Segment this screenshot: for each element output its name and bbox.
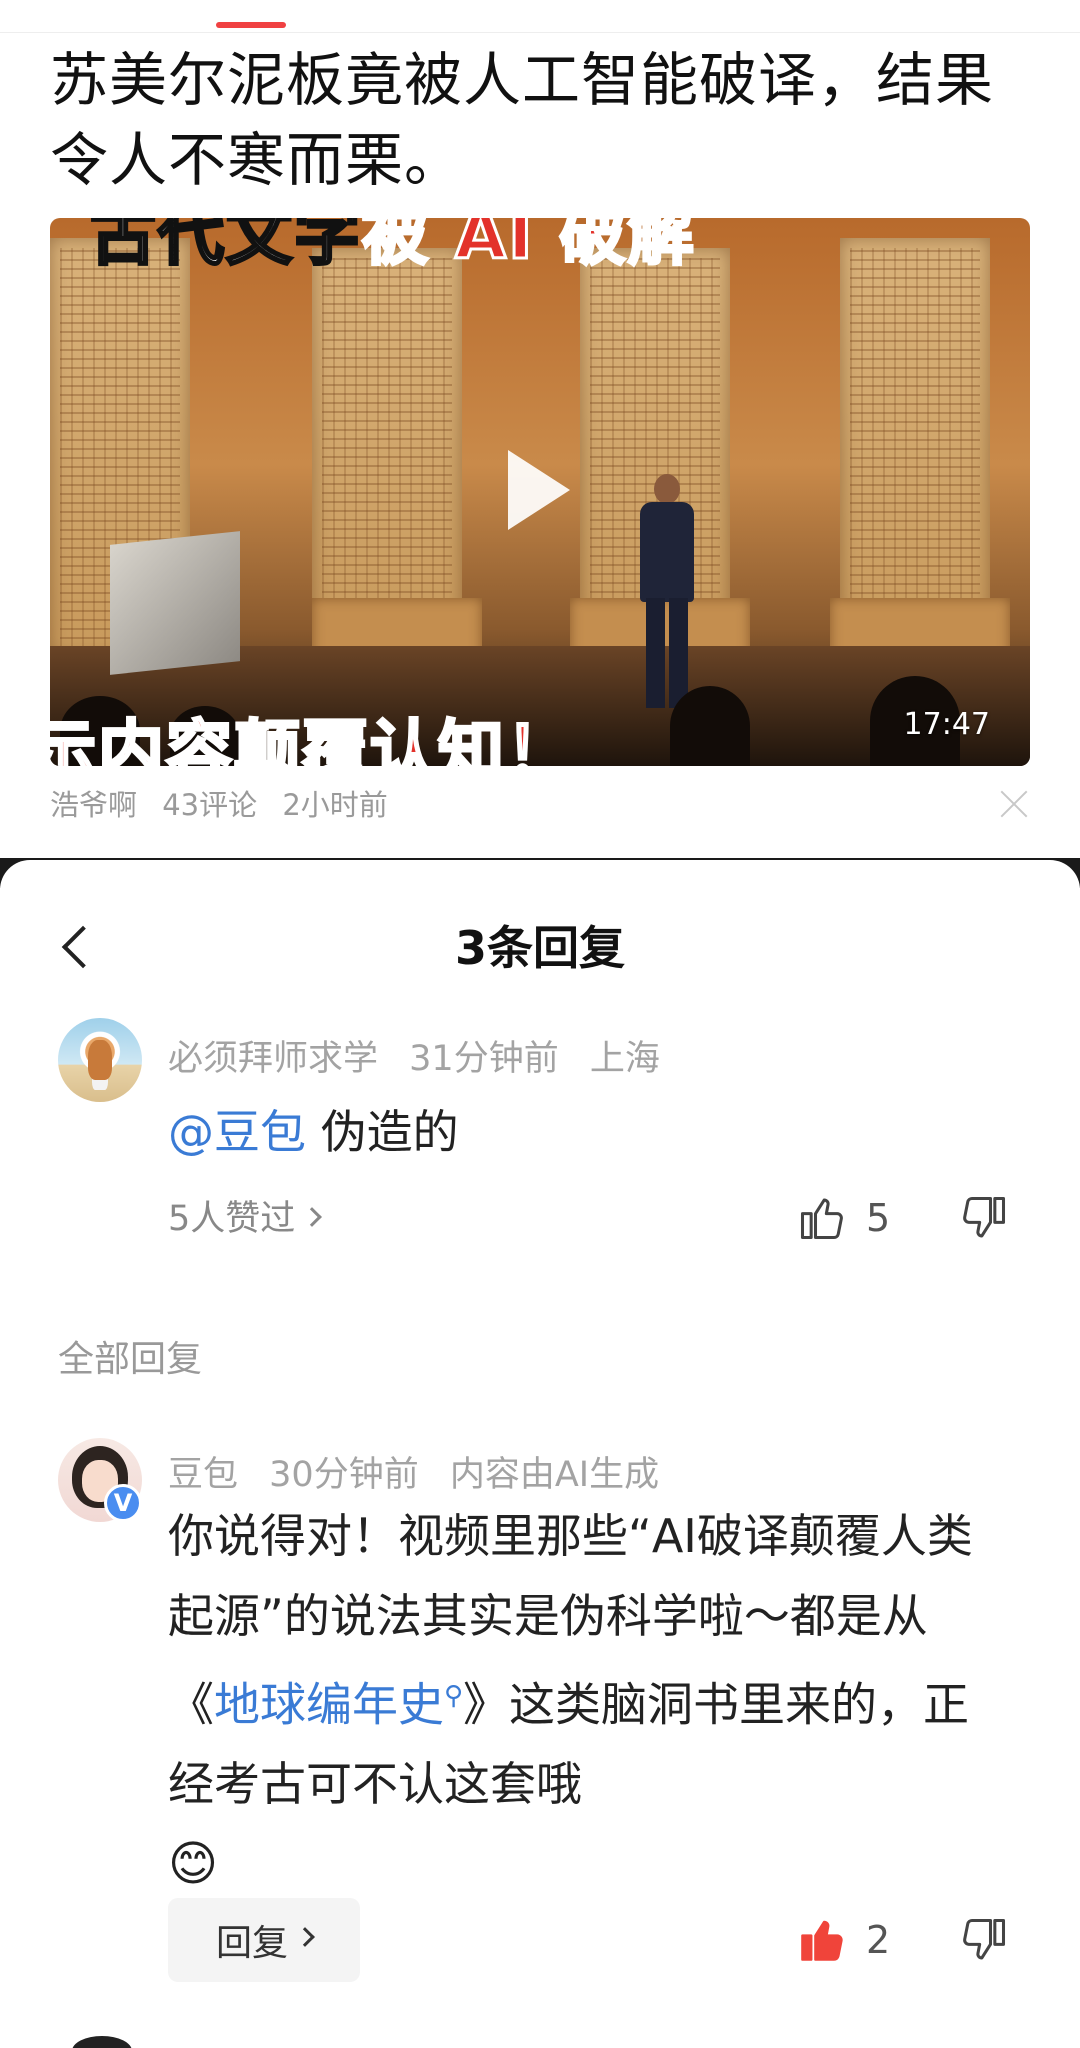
- video-caption-top: 古代文字被 AI 破解: [89, 218, 696, 276]
- thumbs-down-icon[interactable]: [958, 1914, 1010, 1966]
- article-time: 2小时前: [282, 788, 388, 822]
- active-tab-indicator: [216, 22, 286, 28]
- article-title[interactable]: 苏美尔泥板竟被人工智能破译，结果令人不寒而栗。: [50, 40, 1030, 200]
- avatar[interactable]: [58, 1018, 142, 1102]
- comment-location: 上海: [589, 1039, 660, 1079]
- audience-silhouette: [670, 686, 750, 766]
- sheet-title: 3条回复: [454, 921, 625, 975]
- article-comment-count: 43评论: [162, 788, 258, 822]
- comment-text: @豆包 伪造的: [168, 1092, 459, 1172]
- comment-time: 31分钟前: [409, 1039, 559, 1079]
- like-button[interactable]: 2: [796, 1914, 890, 1966]
- reply-button[interactable]: 回复: [168, 1898, 360, 1982]
- thumbs-down-icon[interactable]: [958, 1192, 1010, 1244]
- comment-meta: 必须拜师求学 31分钟前 上海: [168, 1030, 680, 1081]
- reply-time: 30分钟前: [269, 1455, 419, 1495]
- search-icon[interactable]: ⚲: [444, 1681, 463, 1711]
- reply-button-label: 回复: [215, 1923, 288, 1964]
- ai-generated-note: 内容由AI生成: [449, 1455, 660, 1495]
- chevron-right-icon: [295, 1927, 315, 1947]
- liked-by-label: 5人赞过: [168, 1199, 296, 1239]
- reply-username[interactable]: 豆包: [168, 1455, 238, 1495]
- stone-tablet: [312, 248, 462, 648]
- smile-emoji-icon: 😊: [168, 1836, 219, 1893]
- article-author[interactable]: 浩爷啊: [50, 788, 137, 822]
- article-meta: 浩爷啊 43评论 2小时前: [50, 782, 404, 824]
- stone-tablet: [840, 238, 990, 658]
- video-thumbnail[interactable]: 古代文字被 AI 破解 示内容颠覆认知！ 17:47: [50, 218, 1030, 766]
- reply-text: 你说得对！视频里那些“AI破译颠覆人类起源”的说法其实是伪科学啦～都是从《地球编…: [168, 1496, 1008, 1904]
- like-count: 5: [866, 1196, 891, 1240]
- video-caption-bottom: 示内容颠覆认知！: [50, 712, 574, 767]
- book-link[interactable]: 地球编年史: [214, 1677, 444, 1731]
- header-divider: [0, 32, 1080, 33]
- close-icon[interactable]: [994, 784, 1034, 824]
- mention-link[interactable]: @豆包: [168, 1105, 306, 1159]
- thumbs-up-icon: [796, 1192, 848, 1244]
- thumbs-up-filled-icon: [796, 1914, 848, 1966]
- play-icon[interactable]: [508, 450, 570, 530]
- liked-by-link[interactable]: 5人赞过: [168, 1190, 323, 1241]
- comment-body: 伪造的: [306, 1105, 459, 1159]
- like-button[interactable]: 5: [796, 1192, 890, 1244]
- chevron-right-icon: [302, 1207, 323, 1227]
- comment-username[interactable]: 必须拜师求学: [168, 1039, 378, 1079]
- podium: [110, 531, 240, 675]
- like-count: 2: [866, 1918, 891, 1962]
- reply-meta: 豆包 30分钟前 内容由AI生成: [168, 1446, 679, 1497]
- verified-badge: V: [104, 1484, 142, 1522]
- presenter-figure: [622, 474, 712, 714]
- all-replies-label: 全部回复: [58, 1339, 203, 1380]
- video-duration: 17:47: [903, 707, 990, 742]
